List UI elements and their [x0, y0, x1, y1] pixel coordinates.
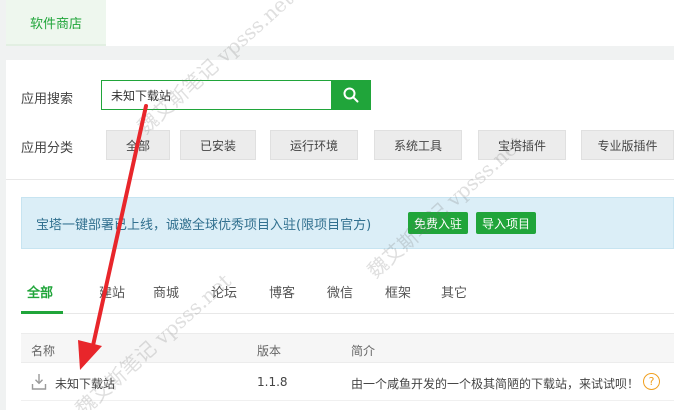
help-icon[interactable]: ? [643, 373, 660, 390]
tab-all[interactable]: 全部 [27, 282, 53, 301]
category-label: 应用分类 [21, 141, 74, 156]
category-runtime-button[interactable]: 运行环境 [270, 130, 358, 160]
row-description: 由一个咸鱼开发的一个极其简陋的下载站，来试试呗！ [351, 377, 640, 391]
tab-blog[interactable]: 博客 [269, 282, 295, 301]
tab-shop[interactable]: 商城 [153, 282, 179, 301]
import-project-button[interactable]: 导入项目 [476, 212, 537, 234]
tab-other[interactable]: 其它 [441, 282, 467, 301]
tab-site[interactable]: 建站 [99, 282, 125, 301]
row-version: 1.1.8 [257, 375, 288, 389]
software-store-panel: 应用搜索 未知下载站 应用分类 全部 已安装 运行环境 系统工具 宝塔插件 专业… [6, 60, 674, 410]
row-name[interactable]: 未知下载站 [55, 375, 115, 392]
category-installed-button[interactable]: 已安装 [180, 130, 256, 160]
tab-framework[interactable]: 框架 [385, 282, 411, 301]
category-all-button[interactable]: 全部 [106, 130, 170, 160]
search-label: 应用搜索 [21, 92, 74, 107]
search-button[interactable] [331, 80, 371, 110]
header-description: 简介 [351, 344, 376, 358]
download-icon [31, 374, 47, 390]
tab-software-store[interactable]: 软件商店 [6, 0, 106, 46]
header-version: 版本 [257, 344, 282, 358]
free-join-button[interactable]: 免费入驻 [408, 212, 469, 234]
top-tab-panel: 软件商店 [6, 0, 674, 46]
tab-wechat[interactable]: 微信 [327, 282, 353, 301]
category-tabs: 全部 建站 商城 论坛 博客 微信 框架 其它 [21, 272, 674, 314]
table-row[interactable]: 未知下载站 1.1.8 由一个咸鱼开发的一个极其简陋的下载站，来试试呗！ ? [21, 363, 674, 401]
category-system-tools-button[interactable]: 系统工具 [374, 130, 462, 160]
category-pro-plugins-button[interactable]: 专业版插件 [581, 130, 674, 160]
category-bt-plugins-button[interactable]: 宝塔插件 [478, 130, 566, 160]
table-header: 名称 版本 简介 [21, 333, 674, 363]
header-name: 名称 [31, 344, 56, 358]
tab-forum[interactable]: 论坛 [211, 282, 237, 301]
notice-banner: 宝塔一键部署已上线，诚邀全球优秀项目入驻(限项目官方) 免费入驻 导入项目 [21, 197, 674, 249]
software-table: 名称 版本 简介 未知下载站 1.1.8 由一个咸鱼开发的一个极其简陋的下载站，… [21, 333, 674, 401]
active-tab-indicator [21, 311, 63, 314]
divider [6, 179, 674, 180]
search-input[interactable]: 未知下载站 [101, 80, 332, 110]
search-icon [343, 87, 359, 103]
notice-text: 宝塔一键部署已上线，诚邀全球优秀项目入驻(限项目官方) [36, 218, 372, 233]
